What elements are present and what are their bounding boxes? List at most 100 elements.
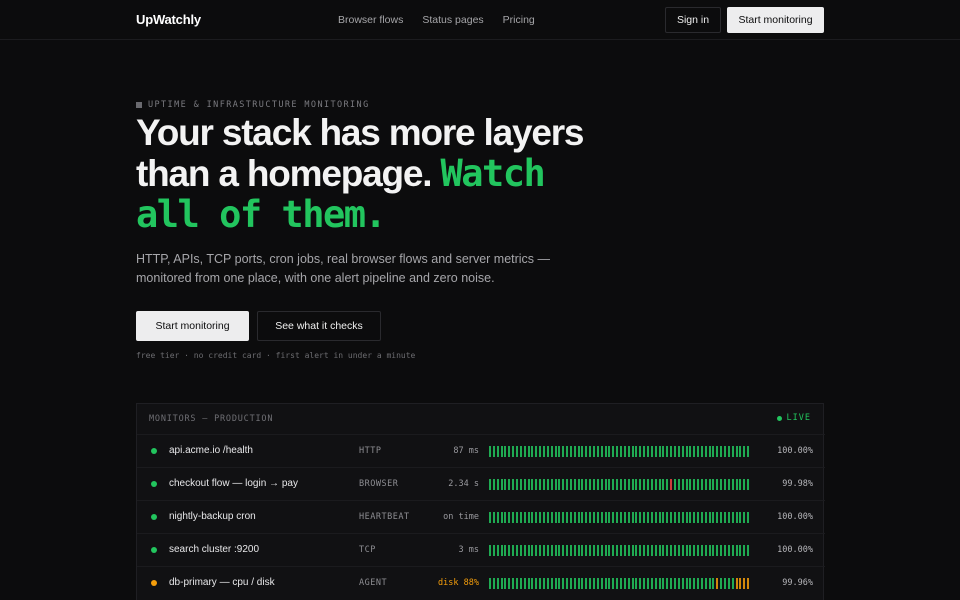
uptime-bar (724, 578, 727, 589)
uptime-bar (523, 545, 526, 556)
uptime-bar (562, 512, 565, 523)
headline-accent-1: Watch (440, 152, 545, 195)
uptime-bar (569, 479, 572, 490)
uptime-bar (731, 512, 734, 523)
monitor-metric: 2.34 s (448, 479, 479, 489)
top-nav: Up Watchly Browser flows Status pages Pri… (0, 0, 960, 40)
uptime-bar (531, 512, 534, 523)
uptime-bar (550, 479, 553, 490)
uptime-bar (658, 512, 661, 523)
nav-link-status-pages[interactable]: Status pages (422, 14, 483, 26)
uptime-bar (512, 578, 515, 589)
monitor-uptime: 100.00% (777, 545, 813, 555)
uptime-bar (496, 545, 499, 556)
uptime-bar (673, 545, 676, 556)
uptime-bar (639, 446, 642, 457)
see-what-it-checks-button[interactable]: See what it checks (257, 311, 381, 341)
monitor-type: TCP (359, 545, 376, 555)
start-monitoring-button[interactable]: Start monitoring (136, 311, 249, 341)
uptime-bar (500, 545, 503, 556)
uptime-bar (693, 578, 696, 589)
monitors-panel: MONITORS — PRODUCTION LIVE api.acme.io /… (136, 403, 825, 600)
monitor-row[interactable]: checkout flow — login → pay BROWSER 2.34… (137, 467, 825, 500)
uptime-bar (666, 446, 669, 457)
live-dot-icon (776, 415, 782, 421)
uptime-bar (573, 578, 576, 589)
uptime-bar (693, 446, 696, 457)
uptime-bar (685, 578, 688, 589)
uptime-bar (604, 545, 607, 556)
uptime-bars (489, 512, 751, 523)
monitor-row[interactable]: search cluster :9200 TCP 3 ms 100.00% (137, 533, 825, 566)
nav-link-browser-flows[interactable]: Browser flows (338, 14, 403, 26)
uptime-bar (604, 578, 607, 589)
uptime-bar (631, 479, 634, 490)
logo[interactable]: Up Watchly (136, 12, 201, 27)
uptime-bar (643, 578, 646, 589)
uptime-bar (562, 446, 565, 457)
uptime-bar (631, 578, 634, 589)
uptime-bar (558, 446, 561, 457)
start-monitoring-nav-button[interactable]: Start monitoring (727, 7, 824, 33)
uptime-bar (727, 446, 730, 457)
uptime-bar (639, 545, 642, 556)
uptime-bar (681, 446, 684, 457)
uptime-bar (515, 479, 518, 490)
uptime-bar (585, 446, 588, 457)
uptime-bar (527, 545, 530, 556)
uptime-bar (635, 479, 638, 490)
uptime-bar (527, 512, 530, 523)
uptime-bar (512, 512, 515, 523)
uptime-bar (685, 512, 688, 523)
uptime-bar (577, 578, 580, 589)
uptime-bar (712, 479, 715, 490)
uptime-bar (620, 446, 622, 457)
uptime-bar (708, 479, 711, 490)
uptime-bar (727, 512, 730, 523)
sign-in-button[interactable]: Sign in (665, 7, 721, 33)
uptime-bar (658, 578, 661, 589)
uptime-bar (569, 446, 572, 457)
uptime-bar (639, 512, 642, 523)
headline-line-1: Your stack has more layers (136, 112, 585, 153)
uptime-bar (739, 479, 742, 490)
uptime-bar (508, 479, 511, 490)
uptime-bar (585, 578, 588, 589)
monitor-row[interactable]: nightly-backup cron HEARTBEAT on time 10… (137, 500, 825, 533)
uptime-bar (650, 545, 653, 556)
nav-link-pricing[interactable]: Pricing (503, 14, 535, 26)
uptime-bar (504, 545, 507, 556)
uptime-bar (708, 446, 711, 457)
uptime-bar (666, 578, 669, 589)
uptime-bar (662, 578, 665, 589)
uptime-bar (639, 479, 642, 490)
uptime-bar (620, 545, 622, 556)
uptime-bar (627, 512, 630, 523)
uptime-bar (489, 446, 491, 457)
monitor-metric: 87 ms (453, 446, 479, 456)
uptime-bar (739, 512, 742, 523)
uptime-bar (515, 446, 518, 457)
logo-mark: Up (136, 12, 153, 27)
uptime-bar (712, 545, 715, 556)
uptime-bar (731, 545, 734, 556)
uptime-bar (623, 545, 626, 556)
uptime-bar (542, 512, 545, 523)
uptime-bar (639, 578, 642, 589)
uptime-bar (500, 446, 503, 457)
uptime-bar (724, 545, 727, 556)
uptime-bar (666, 512, 669, 523)
uptime-bar (535, 479, 538, 490)
monitor-metric: disk 88% (438, 578, 479, 588)
uptime-bar (689, 578, 692, 589)
uptime-bar (535, 446, 538, 457)
monitor-row[interactable]: db-primary — cpu / disk AGENT disk 88% 9… (137, 566, 825, 599)
uptime-bar (593, 512, 596, 523)
uptime-bar (716, 512, 719, 523)
uptime-bar (650, 512, 653, 523)
uptime-bar (512, 446, 515, 457)
monitor-row[interactable]: api.acme.io /health HTTP 87 ms 100.00% (137, 434, 825, 467)
uptime-bar (608, 512, 611, 523)
uptime-bar (654, 578, 657, 589)
uptime-bar (735, 578, 738, 589)
